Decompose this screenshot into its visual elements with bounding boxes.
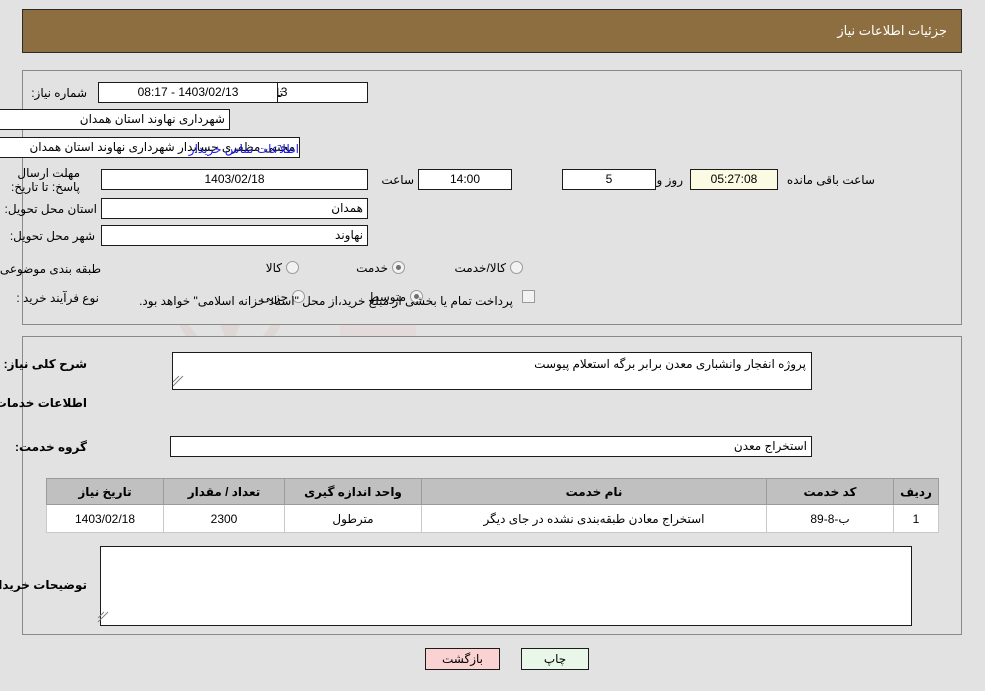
remaining-label: ساعت باقی مانده — [786, 173, 875, 187]
cell-row: 1 — [893, 504, 939, 533]
countdown-value: 05:27:08 — [690, 169, 778, 190]
announce-datetime-value: 1403/02/13 - 08:17 — [98, 82, 278, 103]
service-group-label: گروه خدمت: — [14, 440, 87, 454]
radio-kala-khedmat[interactable] — [510, 261, 523, 274]
category-option-khedmat-label: خدمت — [356, 261, 388, 275]
cell-unit: مترطول — [284, 504, 422, 533]
days-label: روز و — [656, 173, 683, 187]
buyer-contact-link[interactable]: اطلاعات تماس خریدار — [189, 142, 299, 156]
days-remaining-value: 5 — [562, 169, 656, 190]
buyer-notes-label: توضیحات خریدار: — [0, 578, 87, 592]
cell-code: ب-8-89 — [766, 504, 894, 533]
print-button[interactable]: چاپ — [521, 648, 589, 670]
radio-kala[interactable] — [286, 261, 299, 274]
page-header-bar: جزئیات اطلاعات نیاز — [22, 9, 962, 53]
category-option-kala[interactable]: کالا — [262, 261, 299, 275]
treasury-note: پرداخت تمام یا بخشی از مبلغ خرید،از محل … — [139, 294, 513, 308]
cell-quantity: 2300 — [163, 504, 285, 533]
col-unit: واحد اندازه گیری — [284, 478, 422, 505]
col-row: ردیف — [893, 478, 939, 505]
buyer-org-value: شهرداری نهاوند استان همدان — [0, 109, 230, 130]
cell-date: 1403/02/18 — [46, 504, 164, 533]
general-desc-label: شرح کلی نیاز: — [3, 357, 87, 371]
category-option-kala-label: کالا — [265, 261, 282, 275]
city-label: شهر محل تحویل: — [9, 229, 95, 243]
radio-khedmat[interactable] — [392, 261, 405, 274]
page-title: جزئیات اطلاعات نیاز — [837, 23, 947, 38]
services-section-title: اطلاعات خدمات مورد نیاز — [0, 396, 87, 410]
general-desc-value[interactable]: پروژه انفجار وانشباری معدن برابر برگه اس… — [172, 352, 812, 390]
category-option-kala-khedmat-label: کالا/خدمت — [454, 261, 506, 275]
category-option-khedmat[interactable]: خدمت — [352, 261, 405, 275]
province-label: استان محل تحویل: — [4, 202, 97, 216]
col-quantity: تعداد / مقدار — [163, 478, 285, 505]
col-date: تاریخ نیاز — [46, 478, 164, 505]
col-code: کد خدمت — [766, 478, 894, 505]
service-group-value: استخراج معدن — [170, 436, 812, 457]
deadline-time-value: 14:00 — [418, 169, 512, 190]
services-table: ردیف کد خدمت نام خدمت واحد اندازه گیری ت… — [46, 478, 939, 533]
col-name: نام خدمت — [421, 478, 767, 505]
treasury-checkbox[interactable] — [522, 290, 535, 303]
process-label: نوع فرآیند خرید : — [16, 291, 99, 305]
table-row: 1 ب-8-89 استخراج معادن طبقه‌بندی نشده در… — [46, 504, 939, 533]
buyer-notes-value[interactable] — [100, 546, 912, 626]
category-option-kala-khedmat[interactable]: کالا/خدمت — [451, 261, 523, 275]
province-value: همدان — [101, 198, 368, 219]
deadline-date-value: 1403/02/18 — [101, 169, 368, 190]
table-header-row: ردیف کد خدمت نام خدمت واحد اندازه گیری ت… — [46, 478, 939, 505]
hour-label: ساعت — [381, 173, 414, 187]
category-label: طبقه بندی موضوعی: — [0, 262, 101, 276]
cell-name: استخراج معادن طبقه‌بندی نشده در جای دیگر — [421, 504, 767, 533]
need-number-label: شماره نیاز: — [31, 86, 87, 100]
city-value: نهاوند — [101, 225, 368, 246]
back-button[interactable]: بازگشت — [425, 648, 500, 670]
treasury-checkbox-group[interactable] — [522, 290, 535, 304]
deadline-label: مهلت ارسال پاسخ: تا تاریخ: — [10, 166, 80, 194]
